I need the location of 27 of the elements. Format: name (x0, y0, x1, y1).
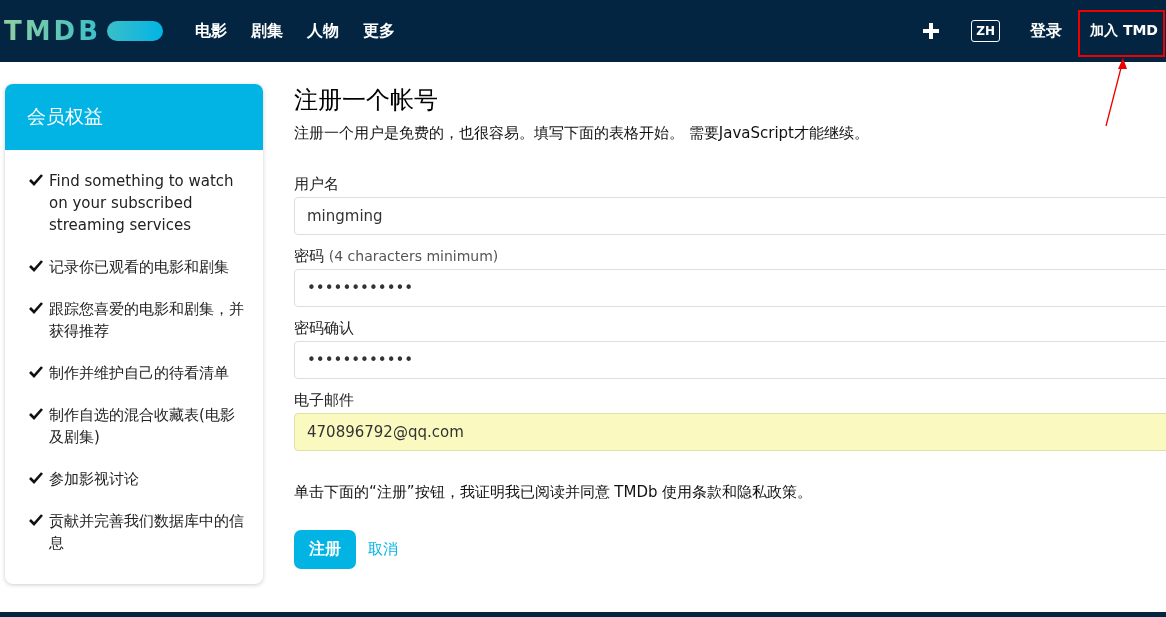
login-link[interactable]: 登录 (1030, 20, 1062, 42)
field-label: 电子邮件 (294, 391, 355, 410)
field-label: 用户名 (294, 175, 340, 194)
field-hint: (4 characters minimum) (328, 248, 499, 264)
join-link[interactable]: 加入 TMD (1090, 22, 1158, 40)
terms-text: 单击下面的“注册”按钮，我证明我已阅读并同意 TMDb 使用条款和隐私政策。 (294, 483, 814, 502)
nav-link[interactable]: 更多 (363, 20, 395, 42)
benefit-text: 参加影视讨论 (49, 469, 139, 490)
benefit-text: Find something to watch on your subscribed streaming services (49, 171, 235, 236)
benefit-text: 制作自选的混合收藏表(电影及剧集) (49, 405, 236, 448)
input-field[interactable]: mingming (294, 197, 1166, 235)
nav-link[interactable]: 电影 (195, 20, 227, 42)
field-label: 密码确认 (294, 319, 355, 338)
intro-text: 注册一个用户是免费的，也很容易。填写下面的表格开始。 需要JavaScript才能继续。 (294, 124, 870, 143)
nav-link[interactable]: 人物 (307, 20, 339, 42)
field-label: 密码 (294, 247, 324, 265)
benefit-text: 记录你已观看的电影和剧集 (49, 257, 229, 278)
language-button[interactable]: ZH (971, 20, 1000, 42)
card-title: 会员权益 (5, 84, 263, 150)
nav-link[interactable]: 剧集 (251, 20, 283, 42)
benefit-text: 跟踪您喜爱的电影和剧集，并获得推荐 (49, 299, 245, 342)
input-field[interactable]: •••••••••••• (294, 341, 1166, 379)
benefit-text: 贡献并完善我们数据库中的信息 (49, 511, 245, 554)
input-field[interactable]: •••••••••••• (294, 269, 1166, 307)
input-field[interactable]: 470896792@qq.com (294, 413, 1166, 451)
benefit-text: 制作并维护自己的待看清单 (49, 363, 229, 384)
page-title: 注册一个帐号 (294, 85, 439, 116)
